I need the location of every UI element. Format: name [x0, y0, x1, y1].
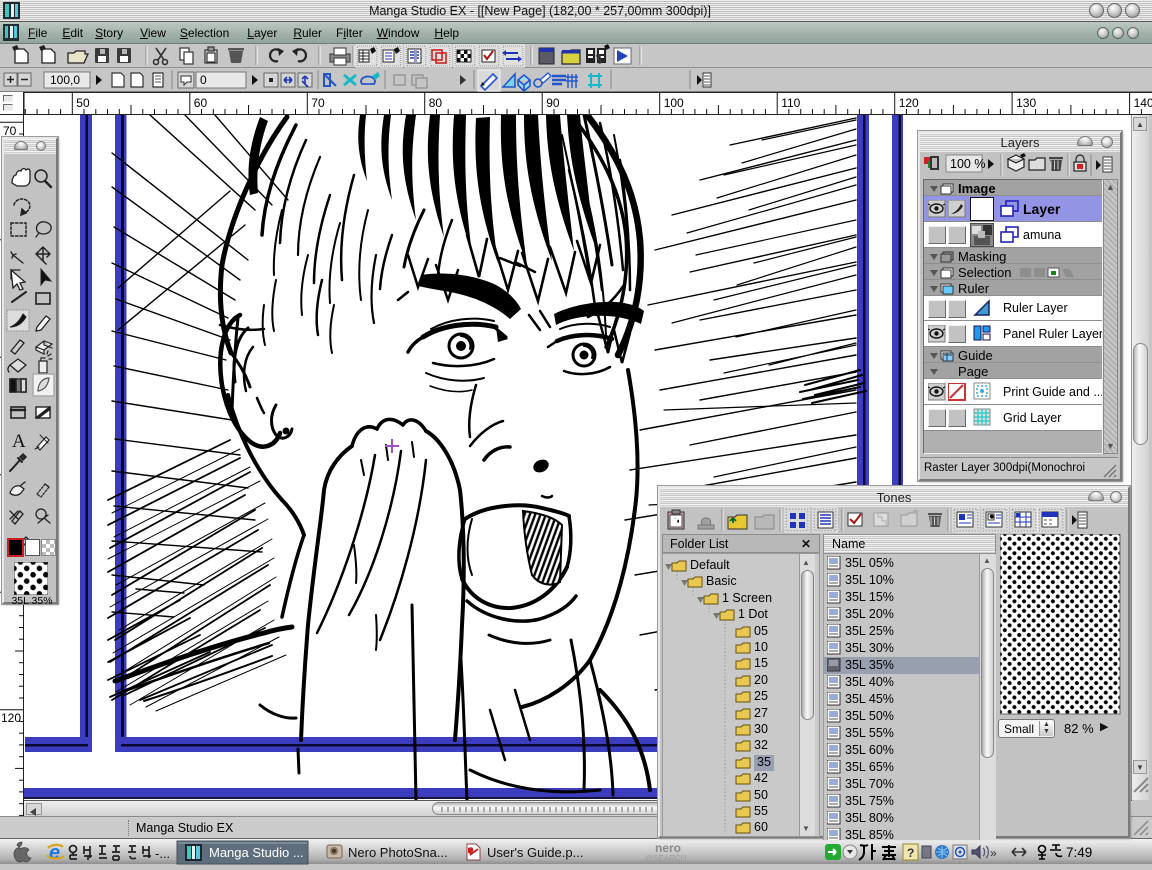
svg-text:100,0: 100,0 [50, 73, 80, 87]
svg-text:Image: Image [958, 181, 996, 196]
svg-text:100 %: 100 % [950, 157, 985, 171]
svg-text:Page: Page [958, 364, 988, 379]
svg-text:Masking: Masking [958, 249, 1006, 264]
svg-text:120: 120 [899, 96, 919, 110]
svg-text:60: 60 [194, 96, 208, 110]
svg-text:nero: nero [655, 841, 681, 855]
svg-text:120: 120 [1, 711, 21, 725]
svg-text:A: A [12, 431, 26, 452]
svg-text:@SEARCH: @SEARCH [645, 854, 687, 863]
svg-text:7:49: 7:49 [1066, 845, 1092, 860]
svg-text:110: 110 [781, 96, 800, 110]
svg-text:»: » [990, 846, 997, 860]
svg-text:80: 80 [429, 96, 443, 110]
svg-text:Nero PhotoSna...: Nero PhotoSna... [348, 845, 448, 860]
svg-text:User's Guide.p...: User's Guide.p... [487, 845, 583, 860]
svg-text:Manga Studio ...: Manga Studio ... [209, 845, 304, 860]
svg-text:?: ? [907, 846, 914, 860]
svg-text:0: 0 [200, 73, 207, 87]
svg-text:70: 70 [3, 124, 17, 138]
svg-text:140: 140 [1134, 96, 1152, 110]
svg-text:Selection: Selection [958, 265, 1011, 280]
svg-text:100: 100 [664, 96, 684, 110]
svg-text:Guide: Guide [958, 348, 993, 363]
svg-text:90: 90 [546, 96, 560, 110]
svg-text:50: 50 [76, 96, 90, 110]
svg-text:Ruler: Ruler [958, 281, 990, 296]
svg-text:130: 130 [1016, 96, 1036, 110]
svg-text:70: 70 [311, 96, 325, 110]
svg-text:-...: -... [155, 846, 170, 861]
